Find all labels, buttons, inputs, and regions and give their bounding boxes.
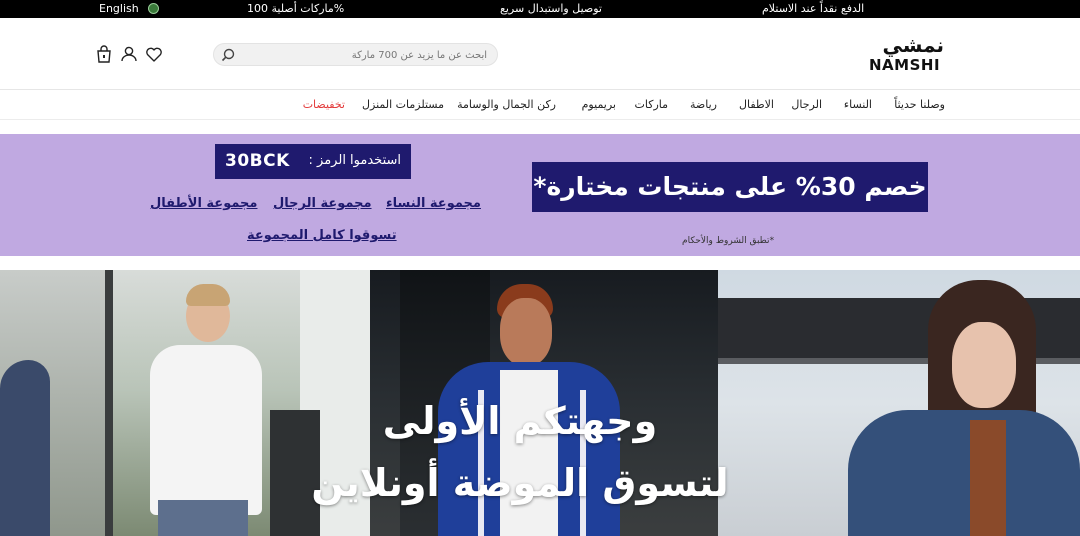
nav-women[interactable]: النساء (844, 98, 872, 112)
promo-code: 30BCK (225, 151, 290, 171)
nav-sale[interactable]: تخفيضات (303, 98, 345, 112)
cash-on-delivery-text: الدفع نقداً عند الاستلام (762, 2, 865, 15)
nav-home-essentials[interactable]: مستلزمات المنزل (362, 98, 444, 112)
nav-men[interactable]: الرجال (791, 98, 822, 112)
nav-brands[interactable]: ماركات (635, 98, 669, 112)
nav-kids[interactable]: الاطفال (739, 98, 774, 112)
hero-headline-line1: وجهتكم الأولى (382, 399, 658, 443)
cart-icon[interactable] (94, 44, 114, 64)
discount-box: خصم 30% على منتجات مختارة* (532, 162, 928, 212)
top-announcement-bar: English ماركات أصلية 100% توصيل واستبدال… (0, 0, 1080, 18)
language-switch[interactable]: English (99, 2, 139, 16)
site-header: نمشي NAMSHI (0, 18, 1080, 90)
promo-code-box: استخدموا الرمز : 30BCK (215, 144, 411, 179)
nav-premium[interactable]: بريميوم (582, 98, 616, 112)
shop-all-link[interactable]: تسوقوا كامل المجموعة (247, 228, 397, 244)
search-icon[interactable] (220, 47, 236, 63)
terms-note: *تطبق الشروط والأحكام (682, 236, 775, 246)
namshi-logo[interactable]: نمشي NAMSHI (866, 33, 950, 76)
saudi-flag-icon[interactable] (148, 3, 159, 14)
search-bar[interactable] (213, 43, 498, 66)
nav-beauty-grooming[interactable]: ركن الجمال والوسامة (457, 98, 556, 112)
logo-english: NAMSHI (869, 56, 941, 74)
search-input[interactable] (247, 46, 487, 64)
main-navigation: وصلنا حديثاً النساء الرجال الاطفال رياضة… (0, 90, 1080, 120)
heart-icon[interactable] (144, 44, 164, 64)
nav-new-arrivals[interactable]: وصلنا حديثاً (894, 98, 945, 112)
user-icon[interactable] (119, 44, 139, 64)
women-collection-link[interactable]: مجموعة النساء (386, 196, 481, 212)
men-collection-link[interactable]: مجموعة الرجال (273, 196, 372, 212)
promo-code-label: استخدموا الرمز : (308, 153, 401, 168)
nav-sports[interactable]: رياضة (690, 98, 717, 112)
kids-collection-link[interactable]: مجموعة الأطفال (150, 196, 257, 212)
hero-banner[interactable]: وجهتكم الأولى لتسوق الموضة أونلاين (0, 270, 1080, 536)
original-brands-text: ماركات أصلية 100% (247, 2, 345, 15)
hero-headline-line2: لتسوق الموضة أونلاين (311, 461, 729, 505)
logo-arabic: نمشي (882, 33, 944, 57)
promo-banner[interactable]: خصم 30% على منتجات مختارة* استخدموا الرم… (0, 134, 1080, 256)
fast-delivery-text: توصيل واستبدال سريع (500, 2, 602, 15)
